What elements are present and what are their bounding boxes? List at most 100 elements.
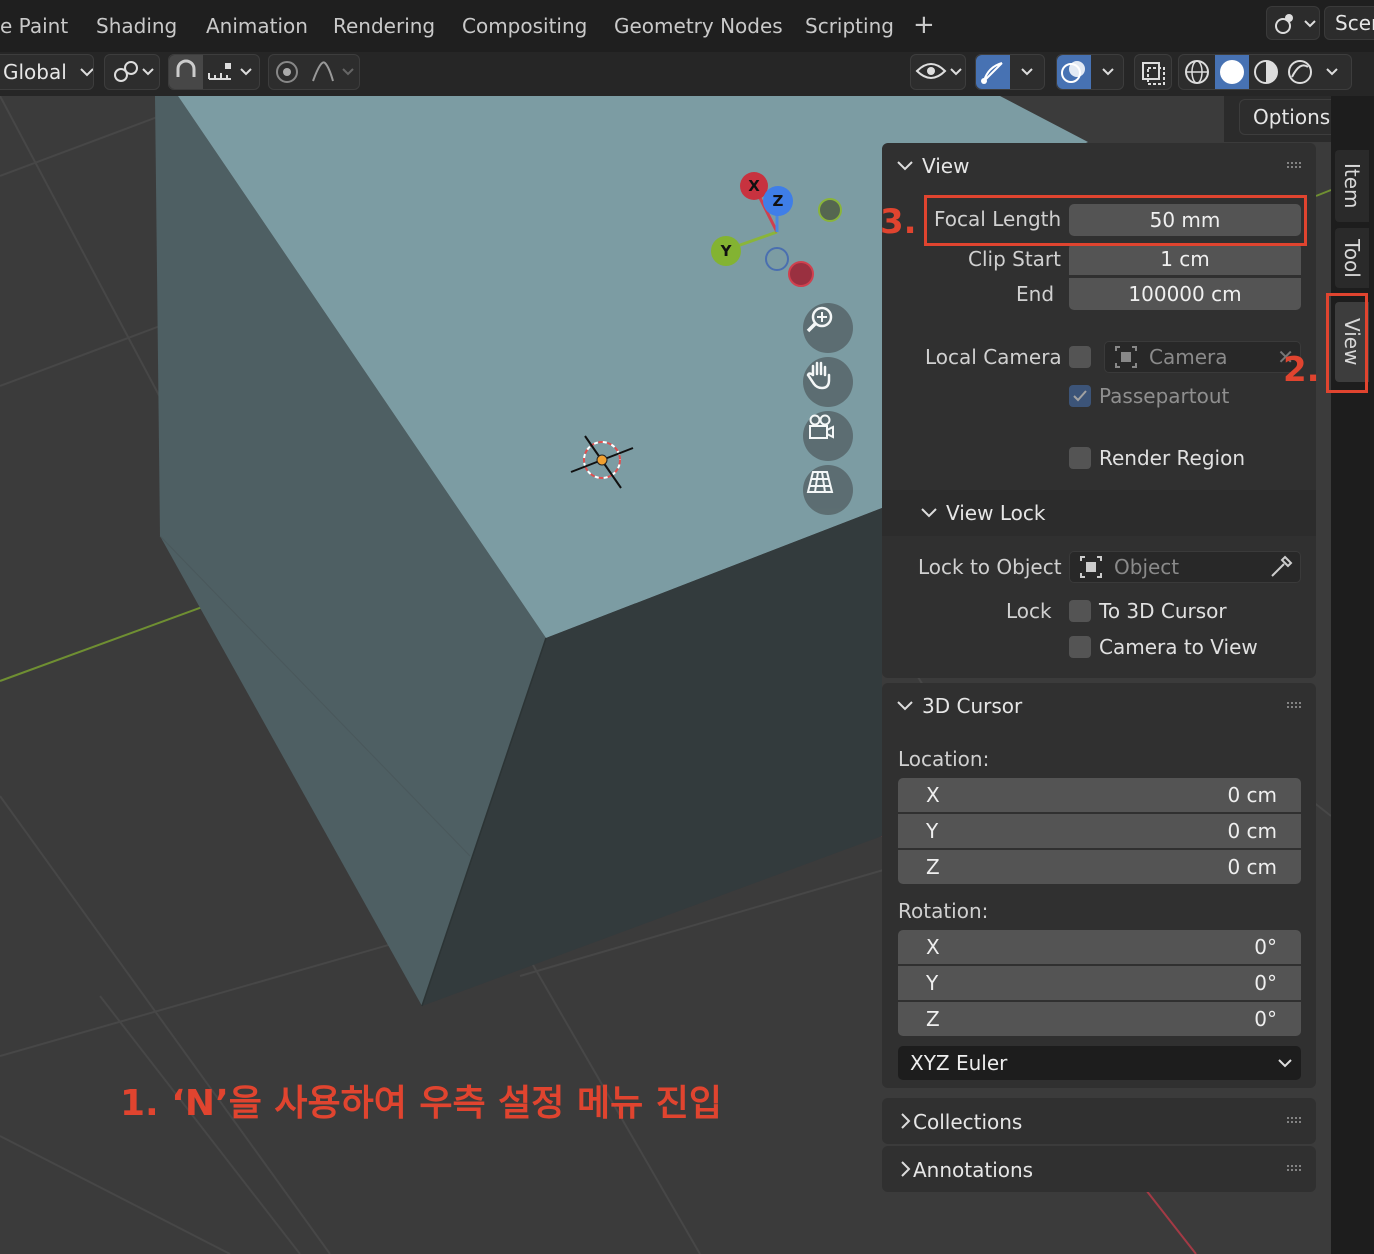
tab-tool-label: Tool xyxy=(1340,238,1364,278)
wireframe-shading-icon[interactable] xyxy=(1179,55,1215,89)
gizmo-dropdown[interactable] xyxy=(975,54,1045,90)
tab-animation[interactable]: Animation xyxy=(206,14,308,38)
add-workspace-button[interactable]: + xyxy=(913,10,935,40)
options-label: Options xyxy=(1253,105,1331,129)
clip-end-label: End xyxy=(1016,282,1055,306)
tab-item[interactable]: Item xyxy=(1335,150,1369,222)
chevron-down-icon xyxy=(897,161,913,171)
tab-compositing[interactable]: Compositing xyxy=(462,14,587,38)
axis-label: Y xyxy=(926,819,939,843)
sidebar-tabs: Item Tool View xyxy=(1331,96,1374,1254)
perspective-toggle-button[interactable] xyxy=(803,465,853,515)
3d-cursor-panel-header[interactable]: 3D Cursor xyxy=(882,683,1316,729)
zoom-button[interactable] xyxy=(803,303,853,353)
chevron-down-icon xyxy=(921,508,937,518)
collections-panel[interactable]: Collections xyxy=(882,1098,1316,1144)
axis-value: 0° xyxy=(1254,971,1277,995)
tab-tool[interactable]: Tool xyxy=(1335,228,1369,288)
tab-geometry-nodes[interactable]: Geometry Nodes xyxy=(614,14,783,38)
location-y-field[interactable]: Y 0 cm xyxy=(898,814,1301,848)
gizmo-toggle[interactable] xyxy=(976,55,1010,89)
axis-value: 0 cm xyxy=(1227,783,1277,807)
scene-icon xyxy=(1275,14,1316,34)
drag-handle-icon[interactable] xyxy=(1286,701,1302,709)
overlays-toggle[interactable] xyxy=(1057,55,1091,89)
scene-selector-button[interactable] xyxy=(1266,6,1320,40)
proportional-editing-icon[interactable] xyxy=(269,55,359,89)
transform-orientation-dropdown[interactable]: Global xyxy=(0,54,94,90)
rotation-mode-value: XYZ Euler xyxy=(910,1051,1008,1075)
chevron-down-icon xyxy=(897,701,913,711)
drag-handle-icon[interactable] xyxy=(1286,161,1302,169)
solid-shading-button[interactable] xyxy=(1215,55,1249,89)
camera-icon xyxy=(809,414,834,439)
axis-value: 0 cm xyxy=(1227,855,1277,879)
camera-selector[interactable]: Camera ✕ xyxy=(1104,341,1301,373)
to-3d-cursor-checkbox[interactable] xyxy=(1069,600,1091,622)
gizmo-z-axis[interactable]: Z xyxy=(763,186,793,216)
drag-handle-icon[interactable] xyxy=(1286,1116,1302,1124)
workspace-tab-bar: e Paint Shading Animation Rendering Comp… xyxy=(0,0,1374,52)
collections-title: Collections xyxy=(913,1110,1023,1134)
view-lock-title: View Lock xyxy=(946,501,1046,525)
axis-value: 0 cm xyxy=(1227,819,1277,843)
chevron-down-icon[interactable] xyxy=(1317,55,1347,89)
clip-end-field[interactable]: 100000 cm xyxy=(1069,278,1301,310)
drag-handle-icon[interactable] xyxy=(1286,1164,1302,1172)
snap-toggle[interactable] xyxy=(169,55,203,89)
gizmo-arrows-icon xyxy=(981,62,1003,84)
tab-texture-paint[interactable]: e Paint xyxy=(0,14,68,38)
snap-target-dropdown[interactable] xyxy=(203,55,259,89)
axis-label: X xyxy=(926,935,940,959)
xray-toggle[interactable] xyxy=(1134,54,1172,90)
chevron-down-icon xyxy=(1278,1059,1292,1068)
object-visibility-dropdown[interactable] xyxy=(910,54,966,90)
local-camera-label: Local Camera xyxy=(925,345,1062,369)
lock-object-selector[interactable]: Object xyxy=(1069,551,1301,583)
camera-view-button[interactable] xyxy=(803,411,853,461)
rotation-y-field[interactable]: Y 0° xyxy=(898,966,1301,1000)
chevron-down-icon xyxy=(1021,68,1033,76)
eye-icon xyxy=(915,63,962,79)
view-lock-header[interactable]: View Lock xyxy=(882,490,1316,536)
focal-length-highlight xyxy=(924,195,1307,246)
sidebar-panel: View Focal Length 50 mm Clip Start 1 cm … xyxy=(882,143,1330,1254)
to-3d-cursor-label: To 3D Cursor xyxy=(1099,599,1227,623)
eyedropper-icon[interactable] xyxy=(1268,554,1294,580)
axis-label: X xyxy=(926,783,940,807)
pivot-point-dropdown[interactable] xyxy=(104,54,160,90)
local-camera-checkbox[interactable] xyxy=(1069,346,1091,368)
annotations-panel[interactable]: Annotations xyxy=(882,1146,1316,1192)
view-panel-header[interactable]: View xyxy=(882,143,1316,189)
tab-rendering[interactable]: Rendering xyxy=(333,14,435,38)
location-x-field[interactable]: X 0 cm xyxy=(898,778,1301,812)
clip-start-field[interactable]: 1 cm xyxy=(1069,243,1301,275)
chevron-down-icon xyxy=(1102,68,1114,76)
annotations-title: Annotations xyxy=(913,1158,1034,1182)
tab-shading[interactable]: Shading xyxy=(96,14,177,38)
location-label: Location: xyxy=(898,747,990,771)
scene-name: Scen xyxy=(1335,11,1374,35)
zoom-icon xyxy=(806,306,833,333)
scene-name-field[interactable]: Scen xyxy=(1324,6,1374,40)
axis-label: Y xyxy=(926,971,939,995)
rendered-shading-icon[interactable] xyxy=(1283,55,1317,89)
axis-value: 0° xyxy=(1254,935,1277,959)
rotation-mode-dropdown[interactable]: XYZ Euler xyxy=(898,1046,1301,1080)
shading-mode-group xyxy=(1178,54,1352,90)
camera-placeholder: Camera xyxy=(1149,345,1228,369)
rotation-z-field[interactable]: Z 0° xyxy=(898,1002,1301,1036)
render-region-checkbox[interactable] xyxy=(1069,447,1091,469)
rotation-x-field[interactable]: X 0° xyxy=(898,930,1301,964)
overlays-dropdown[interactable] xyxy=(1056,54,1124,90)
pan-button[interactable] xyxy=(803,357,853,407)
grid-perspective-icon xyxy=(806,471,834,493)
material-preview-icon[interactable] xyxy=(1249,55,1283,89)
gizmo-y-axis[interactable]: Y xyxy=(711,236,741,266)
location-z-field[interactable]: Z 0 cm xyxy=(898,850,1301,884)
camera-to-view-checkbox[interactable] xyxy=(1069,636,1091,658)
clip-start-label: Clip Start xyxy=(968,247,1061,271)
axis-value: 0° xyxy=(1254,1007,1277,1031)
tab-scripting[interactable]: Scripting xyxy=(805,14,894,38)
passepartout-checkbox[interactable] xyxy=(1069,385,1091,407)
